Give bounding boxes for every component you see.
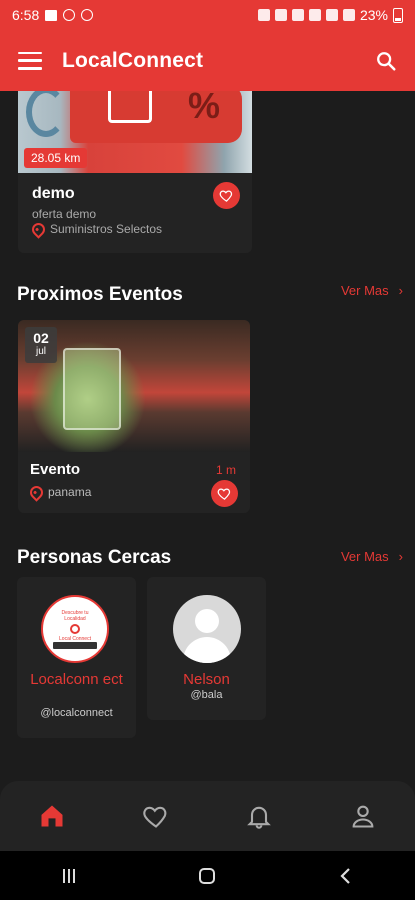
- event-place: panama: [27, 482, 92, 502]
- heart-icon: [219, 190, 233, 202]
- avatar: Descubre tu Localidad Local Connect: [41, 595, 109, 663]
- back-chevron-icon: [340, 867, 350, 884]
- location-pin-icon: [27, 482, 46, 502]
- recent-apps-icon: [63, 868, 76, 883]
- system-nav: [0, 851, 415, 900]
- location-icon: [291, 9, 304, 21]
- nav-favorites[interactable]: [136, 796, 176, 836]
- store-badges-icon: [53, 641, 97, 649]
- nav-profile[interactable]: [343, 796, 383, 836]
- recent-apps-button[interactable]: [49, 856, 89, 896]
- user-icon: [352, 805, 374, 828]
- ver-mas-label: Ver Mas: [340, 283, 389, 298]
- settings-circle-icon: [81, 9, 94, 21]
- event-month: jul: [35, 346, 46, 357]
- back-button[interactable]: [326, 856, 366, 896]
- logo-text: Localidad: [64, 615, 86, 622]
- search-icon[interactable]: [375, 50, 397, 72]
- offer-store: Suministros Selectos: [29, 219, 163, 239]
- events-ver-mas-link[interactable]: Ver Mas ›: [341, 283, 403, 298]
- cart-icon: [108, 91, 152, 123]
- location-pin-icon: [29, 219, 48, 239]
- offer-store-name: Suministros Selectos: [50, 222, 163, 236]
- favorite-button[interactable]: [213, 182, 240, 209]
- alarm-icon: [257, 9, 270, 21]
- distance-badge: 28.05 km: [24, 148, 88, 168]
- home-button[interactable]: [187, 856, 227, 896]
- avatar: [173, 595, 241, 663]
- signal-icon: [325, 9, 338, 21]
- location-pin-icon: [70, 623, 80, 634]
- nav-home[interactable]: [32, 796, 72, 836]
- bottom-nav: [0, 781, 415, 851]
- percent-icon: %: [188, 91, 221, 126]
- image-icon: [45, 9, 58, 21]
- logo-text: Local Connect: [59, 635, 91, 642]
- status-bar: 6:58 23%: [0, 0, 415, 30]
- app-bar: LocalConnect: [0, 30, 415, 91]
- heart-icon: [142, 806, 167, 828]
- people-section-title: Personas Cercas: [17, 547, 172, 568]
- person-card[interactable]: Nelson @bala: [147, 577, 266, 720]
- clock-icon: [274, 9, 287, 21]
- status-time: 6:58: [12, 7, 40, 23]
- event-card[interactable]: 02 jul Evento 1 m panama: [18, 320, 250, 513]
- people-ver-mas-link[interactable]: Ver Mas ›: [341, 549, 403, 564]
- person-handle: @localconnect: [40, 707, 113, 719]
- chevron-right-icon: ›: [398, 549, 403, 564]
- person-handle: @bala: [190, 689, 223, 701]
- event-title: Evento: [30, 461, 81, 478]
- user-icon: [195, 609, 219, 633]
- battery-percent: 23%: [359, 7, 388, 23]
- event-time: 1 m: [215, 463, 236, 477]
- offer-card[interactable]: % 28.05 km demo oferta demo Suministros …: [18, 91, 252, 253]
- heart-icon: [217, 488, 231, 500]
- person-name: Nelson: [183, 671, 230, 688]
- battery-icon: [393, 7, 403, 23]
- home-square-icon: [199, 867, 216, 884]
- event-place-name: panama: [48, 485, 92, 499]
- offer-description: oferta demo: [32, 207, 97, 221]
- main-content[interactable]: % 28.05 km demo oferta demo Suministros …: [0, 91, 415, 781]
- status-left: 6:58: [12, 7, 94, 23]
- chevron-right-icon: ›: [398, 283, 403, 298]
- events-section-title: Proximos Eventos: [17, 284, 183, 305]
- event-day: 02: [33, 330, 49, 346]
- hamburger-menu-icon[interactable]: [18, 51, 42, 70]
- ver-mas-label: Ver Mas: [340, 549, 389, 564]
- signal-icon: [342, 9, 355, 21]
- event-date-box: 02 jul: [25, 327, 57, 363]
- person-card[interactable]: Descubre tu Localidad Local Connect Loca…: [17, 577, 136, 738]
- home-icon: [41, 805, 63, 827]
- minus-circle-icon: [63, 9, 76, 21]
- person-name: Localconn ect: [30, 671, 123, 688]
- offer-title: demo: [32, 185, 75, 202]
- nav-notifications[interactable]: [239, 796, 279, 836]
- event-favorite-button[interactable]: [211, 480, 238, 507]
- wifi-icon: [308, 9, 321, 21]
- bell-icon: [247, 806, 272, 829]
- status-right: 23%: [257, 7, 403, 23]
- app-title: LocalConnect: [62, 48, 204, 72]
